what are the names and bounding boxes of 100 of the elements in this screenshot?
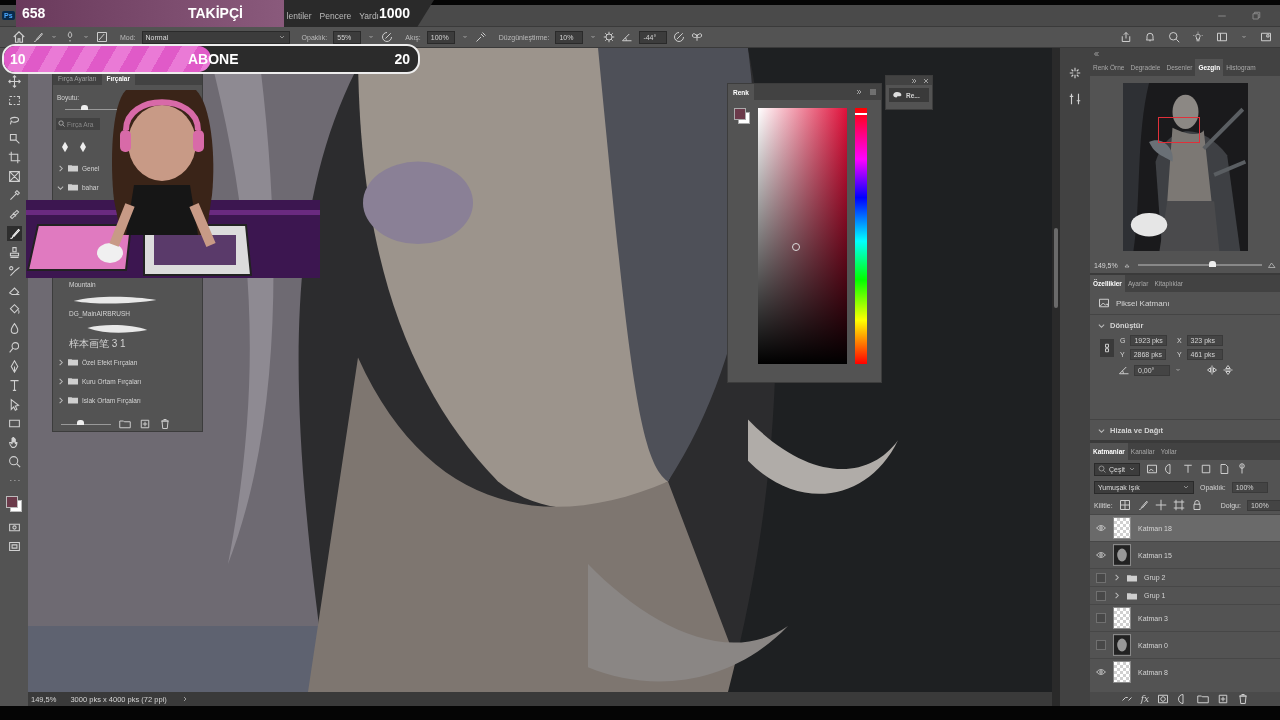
history-brush-icon[interactable] <box>6 264 22 279</box>
palette-icon[interactable] <box>892 90 902 100</box>
sparkle-icon[interactable] <box>1068 66 1082 80</box>
foreground-swatch[interactable] <box>734 108 746 120</box>
eye-icon[interactable] <box>1096 523 1106 533</box>
search-icon[interactable] <box>1098 465 1106 473</box>
menu-item[interactable]: Yardı <box>359 10 379 21</box>
layer-type: Piksel Katmanı <box>1116 298 1170 308</box>
caret-icon[interactable] <box>277 33 286 41</box>
slider-thumb[interactable] <box>81 105 88 110</box>
magnifier-icon[interactable] <box>6 454 22 469</box>
image-icon[interactable] <box>1098 297 1110 309</box>
layer-thumbnail <box>1113 661 1131 683</box>
chevron-icon[interactable] <box>57 377 64 385</box>
adjust-icon[interactable] <box>1068 92 1082 106</box>
butterfly-icon[interactable] <box>691 31 704 43</box>
screen-mode-icon[interactable] <box>6 539 22 554</box>
dodge-icon[interactable] <box>6 340 22 355</box>
chevron-icon[interactable] <box>57 183 64 191</box>
visibility-toggle[interactable] <box>1096 640 1106 650</box>
trash-icon[interactable] <box>159 418 171 430</box>
home-icon[interactable] <box>12 30 26 44</box>
search-icon[interactable] <box>1168 31 1180 43</box>
layer-thumbnail <box>1113 517 1131 539</box>
chevron-icon[interactable] <box>57 358 64 366</box>
double-chevron-icon[interactable] <box>910 76 918 85</box>
gear-icon[interactable] <box>603 31 616 43</box>
flip-vertical-icon[interactable] <box>1222 364 1234 376</box>
angle-icon[interactable] <box>621 31 634 43</box>
subscriber-goal: 20 <box>394 51 410 67</box>
chevron-icon[interactable] <box>1098 321 1105 329</box>
brush-name[interactable]: 梓本画笔 3 1 <box>53 338 126 350</box>
brush-icon[interactable] <box>6 226 22 241</box>
slider-thumb[interactable] <box>77 419 84 425</box>
chevron-icon[interactable] <box>1113 592 1120 599</box>
link-icon[interactable] <box>1100 338 1114 357</box>
chevron-icon[interactable] <box>57 164 64 172</box>
eye-icon[interactable] <box>1096 667 1106 677</box>
cross-arrows-icon[interactable] <box>6 74 22 89</box>
pressure-size-icon[interactable] <box>673 31 686 43</box>
pressure-pen-icon[interactable] <box>381 31 394 43</box>
search-icon[interactable] <box>58 120 65 127</box>
folder-icon[interactable] <box>1197 693 1210 705</box>
new-brush-icon[interactable] <box>139 418 151 430</box>
smart-object-icon[interactable] <box>1217 463 1230 475</box>
scrollbar-thumb[interactable] <box>1054 228 1058 308</box>
hue-marker[interactable] <box>855 113 867 116</box>
view-rectangle[interactable] <box>1157 116 1200 143</box>
folder-icon <box>68 183 78 191</box>
close-icon[interactable] <box>922 76 930 85</box>
subscriber-count: 10 <box>10 51 26 67</box>
folder-icon <box>68 396 78 404</box>
double-chevron-icon[interactable] <box>855 88 863 96</box>
image-filter-icon[interactable] <box>1145 463 1158 475</box>
angle-icon[interactable] <box>1118 364 1130 376</box>
folder-icon <box>68 164 78 172</box>
lightbulb-icon[interactable] <box>1192 31 1204 43</box>
follower-count: 658 <box>22 5 46 21</box>
large-mountain-icon[interactable] <box>1268 261 1276 269</box>
layer-thumbnail <box>1113 634 1131 656</box>
saturation-field[interactable] <box>758 108 847 364</box>
follower-label: TAKİPÇİ <box>188 5 243 21</box>
airbrush-icon[interactable] <box>474 31 487 43</box>
flip-horizontal-icon[interactable] <box>1206 364 1218 376</box>
cross-arrows-icon[interactable] <box>1154 499 1167 511</box>
mask-icon[interactable] <box>1157 693 1170 705</box>
lock-icon[interactable] <box>1190 499 1203 511</box>
effects-button[interactable]: fx <box>1140 694 1150 704</box>
trash-icon[interactable] <box>1237 693 1250 705</box>
brush-settings-icon[interactable] <box>96 31 108 43</box>
chevron-icon[interactable] <box>1098 426 1105 434</box>
layer-thumbnail <box>1113 544 1131 566</box>
artboard-icon[interactable] <box>1172 499 1185 511</box>
caret-icon[interactable] <box>1182 483 1190 491</box>
share-icon[interactable] <box>1120 31 1132 43</box>
workspace-icon[interactable] <box>1216 31 1228 43</box>
eye-icon[interactable] <box>1096 550 1106 560</box>
color-swatches[interactable] <box>6 496 22 512</box>
type-filter-icon[interactable] <box>1181 463 1194 475</box>
visibility-toggle[interactable] <box>1096 572 1106 583</box>
frame-icon[interactable] <box>6 169 22 184</box>
panels-icon[interactable] <box>1260 31 1272 43</box>
shape-filter-icon[interactable] <box>1199 463 1212 475</box>
crop-icon[interactable] <box>6 150 22 165</box>
new-layer-icon[interactable] <box>1217 693 1230 705</box>
folder-icon[interactable] <box>119 418 131 430</box>
chevron-icon[interactable] <box>1113 574 1120 581</box>
bell-icon[interactable] <box>1144 31 1156 43</box>
hue-slider[interactable] <box>855 108 867 364</box>
chevron-icon[interactable] <box>57 396 64 404</box>
menu-item[interactable]: lentiler <box>286 10 312 21</box>
layer-thumbnail <box>1113 607 1131 629</box>
menu-item[interactable]: Pencere <box>319 10 352 21</box>
visibility-toggle[interactable] <box>1096 613 1106 623</box>
lock-pixels-icon[interactable] <box>1118 499 1131 511</box>
caret-icon[interactable] <box>1127 465 1136 473</box>
visibility-toggle[interactable] <box>1096 590 1106 601</box>
small-mountain-icon[interactable] <box>1123 261 1132 269</box>
restore-icon[interactable] <box>1250 9 1262 22</box>
follower-goal: 1000 <box>379 5 411 21</box>
